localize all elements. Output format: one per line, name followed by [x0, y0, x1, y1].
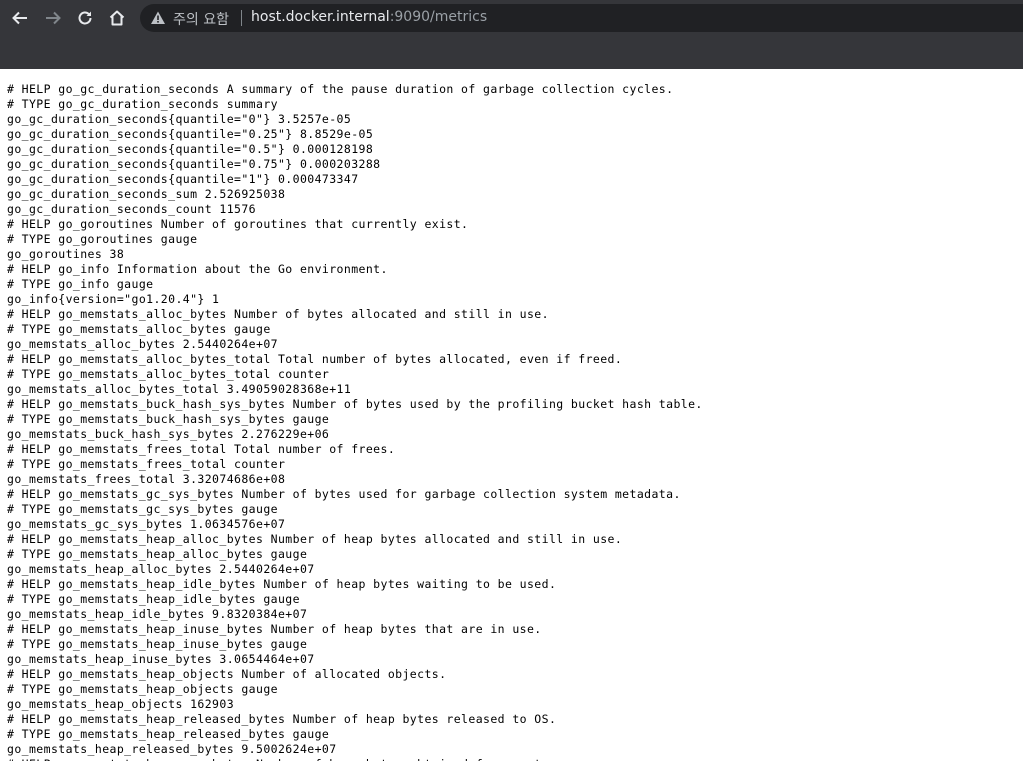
metrics-line: go_memstats_heap_inuse_bytes 3.0654464e+… — [7, 652, 315, 666]
metrics-line: go_memstats_heap_released_bytes 9.500262… — [7, 742, 337, 756]
bookmarks-bar — [0, 36, 1023, 69]
metrics-line: go_gc_duration_seconds{quantile="0"} 3.5… — [7, 112, 352, 126]
metrics-text-body: # HELP go_gc_duration_seconds A summary … — [7, 82, 1023, 761]
metrics-line: go_memstats_gc_sys_bytes 1.0634576e+07 — [7, 517, 286, 531]
url-text[interactable]: host.docker.internal:9090/metrics — [251, 9, 487, 25]
metrics-line: # TYPE go_memstats_heap_released_bytes g… — [7, 727, 330, 741]
metrics-line: go_memstats_heap_alloc_bytes 2.5440264e+… — [7, 562, 315, 576]
metrics-line: go_gc_duration_seconds{quantile="0.5"} 0… — [7, 142, 374, 156]
metrics-line: go_memstats_buck_hash_sys_bytes 2.276229… — [7, 427, 330, 441]
omnibox-separator — [241, 10, 242, 26]
metrics-line: # TYPE go_memstats_alloc_bytes_total cou… — [7, 367, 330, 381]
metrics-line: go_gc_duration_seconds{quantile="0.75"} … — [7, 157, 381, 171]
metrics-line: # HELP go_memstats_heap_sys_bytes Number… — [7, 757, 1023, 761]
metrics-line: # HELP go_memstats_gc_sys_bytes Number o… — [7, 487, 681, 501]
metrics-line: # TYPE go_memstats_gc_sys_bytes gauge — [7, 502, 278, 516]
metrics-line: # TYPE go_memstats_heap_objects gauge — [7, 682, 278, 696]
metrics-line: # HELP go_memstats_heap_released_bytes N… — [7, 712, 557, 726]
metrics-line: # TYPE go_info gauge — [7, 277, 154, 291]
url-path: :9090/metrics — [389, 9, 488, 25]
address-bar[interactable]: 주의 요함 host.docker.internal:9090/metrics — [140, 4, 1023, 32]
forward-button[interactable] — [41, 6, 65, 30]
metrics-line: # HELP go_memstats_alloc_bytes_total Tot… — [7, 352, 623, 366]
metrics-line: go_gc_duration_seconds_sum 2.526925038 — [7, 187, 286, 201]
reload-icon — [78, 11, 92, 25]
metrics-line: # HELP go_memstats_heap_idle_bytes Numbe… — [7, 577, 557, 591]
metrics-line: go_memstats_heap_idle_bytes 9.8320384e+0… — [7, 607, 308, 621]
metrics-line: go_memstats_heap_objects 162903 — [7, 697, 235, 711]
metrics-line: go_gc_duration_seconds{quantile="1"} 0.0… — [7, 172, 359, 186]
url-host: host.docker.internal — [251, 9, 390, 25]
metrics-line: # TYPE go_memstats_buck_hash_sys_bytes g… — [7, 412, 330, 426]
metrics-line: # TYPE go_memstats_heap_alloc_bytes gaug… — [7, 547, 308, 561]
metrics-line: # HELP go_memstats_heap_inuse_bytes Numb… — [7, 622, 542, 636]
metrics-line: # HELP go_gc_duration_seconds A summary … — [7, 82, 674, 96]
metrics-line: # HELP go_goroutines Number of goroutine… — [7, 217, 469, 231]
arrow-right-icon — [46, 11, 61, 25]
metrics-line: go_memstats_frees_total 3.32074686e+08 — [7, 472, 286, 486]
home-button[interactable] — [105, 6, 129, 30]
metrics-line: # HELP go_memstats_heap_objects Number o… — [7, 667, 447, 681]
metrics-line: go_info{version="go1.20.4"} 1 — [7, 292, 220, 306]
back-button[interactable] — [8, 6, 32, 30]
metrics-line: go_memstats_alloc_bytes 2.5440264e+07 — [7, 337, 278, 351]
metrics-line: go_goroutines 38 — [7, 247, 125, 261]
metrics-line: # TYPE go_memstats_heap_inuse_bytes gaug… — [7, 637, 308, 651]
warning-triangle-icon[interactable] — [150, 10, 166, 26]
metrics-line: # HELP go_info Information about the Go … — [7, 262, 388, 276]
metrics-line: # TYPE go_goroutines gauge — [7, 232, 198, 246]
metrics-line: # HELP go_memstats_heap_alloc_bytes Numb… — [7, 532, 623, 546]
metrics-line: # TYPE go_memstats_heap_idle_bytes gauge — [7, 592, 300, 606]
metrics-line: # HELP go_memstats_alloc_bytes Number of… — [7, 307, 549, 321]
arrow-left-icon — [12, 11, 27, 25]
home-icon — [109, 10, 125, 26]
metrics-line: go_gc_duration_seconds{quantile="0.25"} … — [7, 127, 374, 141]
metrics-line: # HELP go_memstats_buck_hash_sys_bytes N… — [7, 397, 703, 411]
metrics-line: # HELP go_memstats_frees_total Total num… — [7, 442, 396, 456]
metrics-line: # TYPE go_gc_duration_seconds summary — [7, 97, 278, 111]
security-warning-label[interactable]: 주의 요함 — [173, 9, 229, 29]
metrics-line: go_gc_duration_seconds_count 11576 — [7, 202, 257, 216]
metrics-line: # TYPE go_memstats_frees_total counter — [7, 457, 286, 471]
metrics-line: # TYPE go_memstats_alloc_bytes gauge — [7, 322, 271, 336]
browser-toolbar: 주의 요함 host.docker.internal:9090/metrics — [0, 0, 1023, 36]
metrics-line: go_memstats_alloc_bytes_total 3.49059028… — [7, 382, 352, 396]
reload-button[interactable] — [73, 6, 97, 30]
